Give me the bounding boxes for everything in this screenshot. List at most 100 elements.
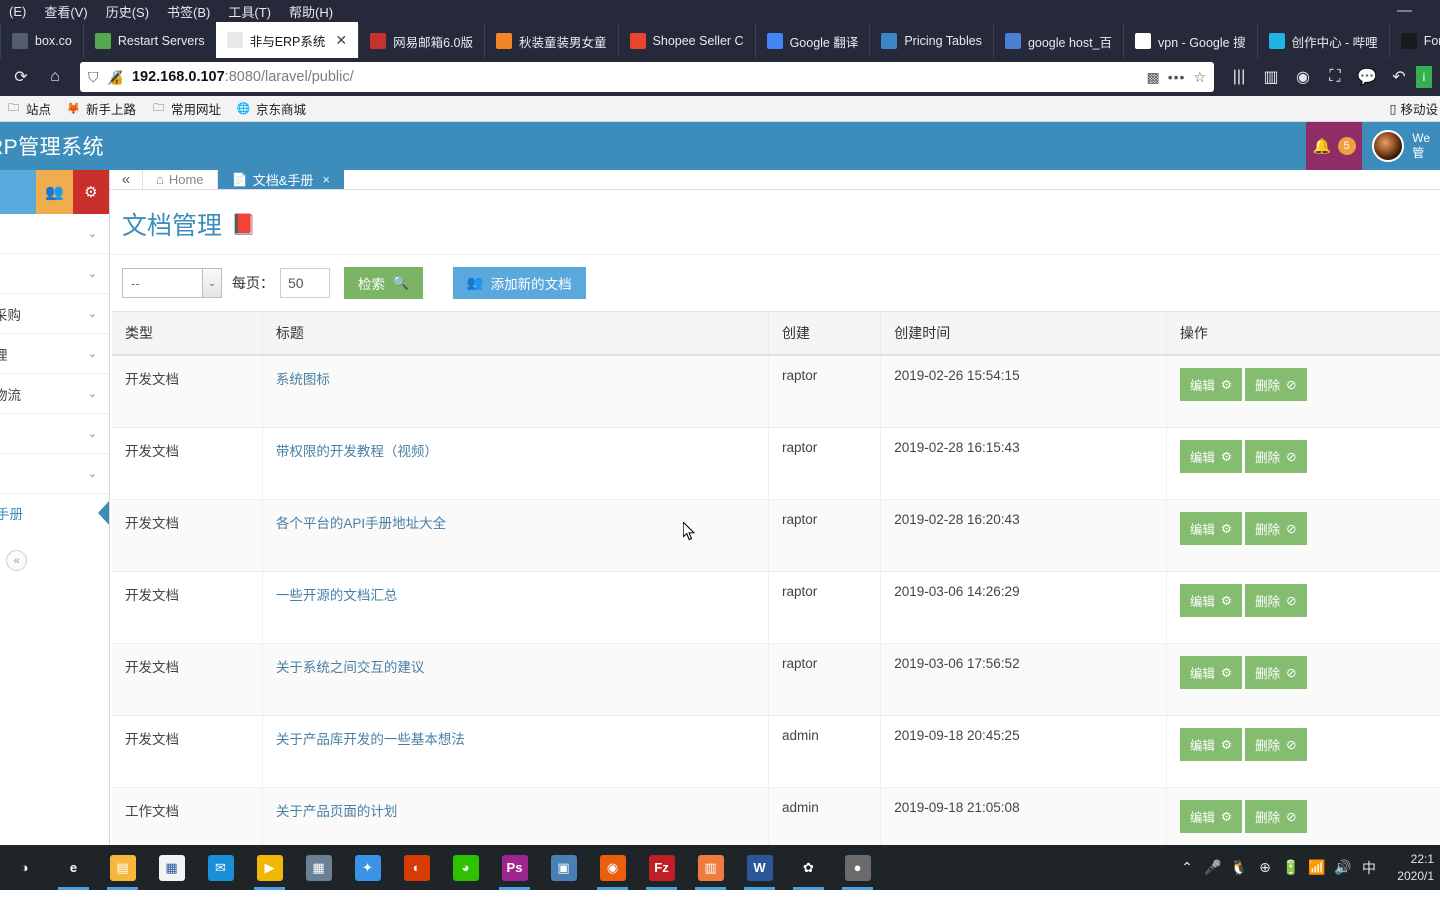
menu-item-bookmarks[interactable]: 书签(B) [158,2,219,21]
wifi-icon[interactable]: 📶 [1304,859,1330,876]
ime-indicator[interactable]: 中 [1356,858,1382,878]
edit-button[interactable]: 编辑 ⚙ [1179,512,1243,545]
tab-documents-manual[interactable]: 📄 文档&手册 × [217,170,344,189]
browser-tab[interactable]: 非与ERP系统 ✕ [215,22,359,58]
word-icon[interactable]: W [735,845,784,890]
sidebar-item-docs-manual[interactable]: 手册 [0,494,109,532]
document-title-link[interactable]: 一些开源的文档汇总 [276,588,398,603]
sidebar-item[interactable]: ⌄ [0,454,109,494]
wechat-icon[interactable]: ◕ [441,845,490,890]
users-icon[interactable]: 👥 [36,170,73,214]
document-title-link[interactable]: 带权限的开发教程（视频） [276,444,438,459]
delete-button[interactable]: 删除 ⊘ [1245,800,1307,833]
delete-button[interactable]: 删除 ⊘ [1245,368,1307,401]
menu-item-view[interactable]: 查看(V) [35,2,96,21]
bookmark-item[interactable]: 🗀 站点 [0,99,57,118]
recorder-icon[interactable]: ● [833,845,882,890]
delete-button[interactable]: 删除 ⊘ [1245,584,1307,617]
more-icon[interactable]: ••• [1168,69,1186,85]
add-document-button[interactable]: 👥 添加新的文档 [452,267,586,299]
cortana-icon[interactable]: ◑ [0,845,49,890]
bookmark-item[interactable]: 🦊 新手上路 [60,99,142,118]
column-header-created[interactable]: 创建时间 [880,311,1167,356]
browser-tab[interactable]: Font Awe [1388,24,1440,58]
document-title-link[interactable]: 关于系统之间交互的建议 [276,660,425,675]
menu-item-history[interactable]: 历史(S) [97,2,158,21]
reload-icon[interactable]: ⟳ [6,63,36,91]
battery-icon[interactable]: 🔋 [1278,859,1304,876]
window-minimize-button[interactable]: — [1397,2,1412,19]
qrcode-icon[interactable]: ▩ [1146,69,1159,86]
pycharm-icon[interactable]: ▥ [686,845,735,890]
document-title-link[interactable]: 关于产品页面的计划 [276,804,398,819]
bookmark-star-icon[interactable]: ☆ [1193,69,1206,86]
sidebar-item[interactable]: 物流 ⌄ [0,374,109,414]
bookmark-item[interactable]: 🗀 常用网址 [145,99,227,118]
remote-desktop-icon[interactable]: ▣ [539,845,588,890]
chat-icon[interactable]: 💬 [1352,63,1382,91]
edit-button[interactable]: 编辑 ⚙ [1179,440,1243,473]
browser-tab[interactable]: 网易邮箱6.0版 [358,24,484,58]
close-icon[interactable]: ✕ [335,32,347,49]
photoshop-icon[interactable]: Ps [490,845,539,890]
delete-button[interactable]: 删除 ⊘ [1245,512,1307,545]
foxmail-icon[interactable]: ✦ [343,845,392,890]
sidebar-item[interactable]: ⌄ [0,254,109,294]
user-menu[interactable]: We 管 [1362,122,1440,170]
bookmark-item[interactable]: 🌐 京东商城 [230,99,312,118]
edit-button[interactable]: 编辑 ⚙ [1179,800,1243,833]
addon-icon[interactable]: i [1416,66,1432,88]
sidebar-item[interactable]: ⌄ [0,414,109,454]
chevron-up-icon[interactable]: ⌃ [1174,859,1200,876]
delete-button[interactable]: 删除 ⊘ [1245,656,1307,689]
browser-tab[interactable]: 秋装童装男女童 [484,24,618,58]
mail-icon[interactable]: ✉ [196,845,245,890]
sidebar-collapse-button[interactable]: « [0,550,109,571]
url-bar[interactable]: ⛉ 🔏 192.168.0.107:8080/laravel/public/ ▩… [80,62,1214,92]
browser-tab[interactable]: vpn - Google 搜 [1123,24,1257,58]
search-button[interactable]: 检索 🔍 [344,267,423,299]
tabbar-collapse-icon[interactable]: « [110,170,142,189]
file-explorer-icon[interactable]: ▤ [98,845,147,890]
edit-button[interactable]: 编辑 ⚙ [1179,728,1243,761]
calculator-icon[interactable]: ▦ [294,845,343,890]
menu-item-help[interactable]: 帮助(H) [280,2,342,21]
firefox-icon[interactable]: ◉ [588,845,637,890]
document-title-link[interactable]: 各个平台的API手册地址大全 [276,516,446,531]
screenshot-icon[interactable]: ⛶ [1320,63,1350,91]
close-icon[interactable]: × [322,172,330,187]
sidebar-icon[interactable]: ▥ [1256,63,1286,91]
sidebar-item[interactable]: 采购 ⌄ [0,294,109,334]
edit-button[interactable]: 编辑 ⚙ [1179,656,1243,689]
taskbar-clock[interactable]: 22:1 2020/1 [1382,851,1440,883]
app-logo[interactable]: RP管理系统 [0,131,104,161]
menu-item-file[interactable]: (E) [0,4,35,19]
edit-button[interactable]: 编辑 ⚙ [1179,584,1243,617]
menu-item-tools[interactable]: 工具(T) [219,2,280,21]
sidebar-item[interactable]: ⌄ [0,214,109,254]
edge-icon[interactable]: e [49,845,98,890]
qq-icon[interactable]: 🐧 [1226,859,1252,876]
office-icon[interactable]: ◐ [392,845,441,890]
media-player-icon[interactable]: ▶ [245,845,294,890]
browser-tab[interactable]: Google 翻译 [754,24,870,58]
undo-icon[interactable]: ↶ [1384,63,1414,91]
browser-tab[interactable]: google host_百 [992,24,1123,58]
home-icon[interactable]: ⌂ [40,63,70,91]
notifications-button[interactable]: 🔔 5 [1306,122,1363,170]
per-page-input[interactable] [280,268,330,298]
type-filter-select[interactable]: -- ⌄ [122,268,222,298]
browser-tab[interactable]: Shopee Seller C [617,24,755,58]
tab-home[interactable]: ⌂ Home [142,170,218,189]
browser-tab[interactable]: Restart Servers [82,24,216,58]
volume-icon[interactable]: 🔊 [1330,859,1356,876]
column-header-title[interactable]: 标题 [262,311,769,356]
browser-tab[interactable]: Pricing Tables [869,24,993,58]
browser-tab[interactable]: 创作中心 - 哔哩 [1256,24,1389,58]
quick-action-blue[interactable] [0,170,37,214]
column-header-author[interactable]: 创建 [768,311,882,356]
browser-tab[interactable]: box.co [0,24,83,58]
document-title-link[interactable]: 系统图标 [276,372,330,387]
column-header-type[interactable]: 类型 [112,311,263,356]
bookmark-item-mobile[interactable]: ▯ 移动设 [1390,99,1438,118]
